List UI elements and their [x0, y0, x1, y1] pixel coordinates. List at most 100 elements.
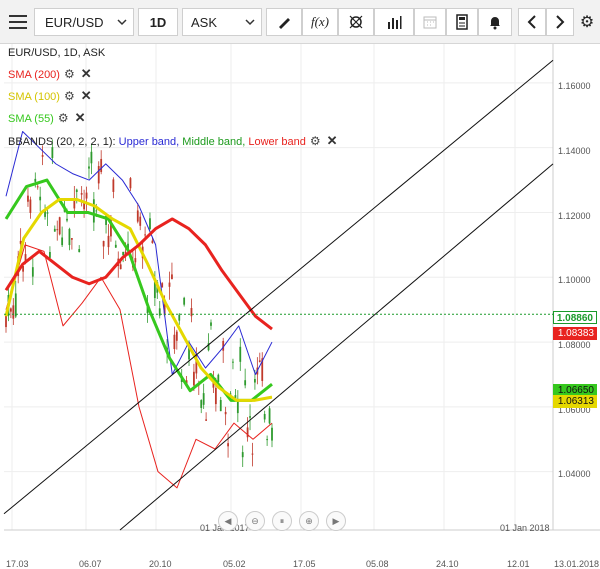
y-tick: 1.10000	[558, 275, 591, 285]
y-tick: 1.04000	[558, 469, 591, 479]
candle-body	[151, 240, 154, 244]
candle-body	[102, 240, 105, 247]
candle-body	[12, 305, 15, 319]
close-icon[interactable]: ✕	[327, 133, 338, 148]
candle-body	[80, 193, 83, 195]
crosshair-button[interactable]	[338, 8, 374, 36]
close-icon[interactable]: ✕	[75, 110, 86, 125]
y-tick: 1.14000	[558, 146, 591, 156]
scroll-left-button[interactable]	[518, 8, 546, 36]
x-tick: 06.07	[79, 559, 102, 569]
candle-body	[210, 322, 212, 326]
scroll-right-button[interactable]	[546, 8, 574, 36]
candle-body	[266, 439, 269, 441]
legend-sma55: SMA (55) ⚙ ✕	[8, 111, 86, 126]
indicators-button[interactable]: f(x)	[302, 8, 338, 36]
candle-body	[232, 361, 234, 363]
candle-body	[205, 419, 208, 421]
candle-body	[95, 210, 98, 212]
candle-body	[56, 229, 59, 231]
price-type-selector[interactable]: ASK	[182, 8, 262, 36]
y-tick: 1.08000	[558, 340, 591, 350]
candle-body	[214, 388, 217, 405]
gear-icon[interactable]: ⚙	[64, 67, 75, 81]
gear-icon[interactable]: ⚙	[310, 134, 321, 148]
candle-body	[107, 235, 110, 248]
candle-body	[129, 178, 132, 189]
bar-chart-icon	[388, 16, 402, 29]
trend-channel-lower	[119, 163, 554, 531]
bbands-label: BBANDS (20, 2, 2, 1):	[8, 136, 116, 148]
sma55-label: SMA (55)	[8, 113, 54, 125]
drawing-tool-button[interactable]	[266, 8, 302, 36]
calendar-button[interactable]	[414, 8, 446, 36]
settings-button[interactable]: ⚙	[576, 8, 598, 36]
zoom-out-button[interactable]: ⊖	[245, 511, 265, 531]
gear-icon[interactable]: ⚙	[64, 89, 75, 103]
calculator-button[interactable]	[446, 8, 478, 36]
close-icon[interactable]: ✕	[81, 66, 92, 81]
symbol-selector[interactable]: EUR/USD	[34, 8, 134, 36]
chevron-down-icon	[117, 19, 127, 26]
menu-button[interactable]	[4, 8, 32, 36]
price-type-label: ASK	[191, 14, 218, 30]
x-tick: 24.10	[436, 559, 459, 569]
candle-body	[200, 400, 203, 408]
candle-body	[49, 251, 51, 258]
sma100-line	[4, 198, 273, 402]
alert-bell-icon	[490, 17, 500, 30]
candle-body	[202, 393, 205, 405]
year-marker-label: 01 Jan 2018	[500, 523, 550, 533]
chart-canvas[interactable]	[0, 44, 600, 556]
candle-body	[271, 427, 273, 441]
y-tick: 1.12000	[558, 211, 591, 221]
chevron-down-icon	[245, 19, 255, 26]
candle-body	[175, 331, 178, 341]
y-tick: 1.16000	[558, 81, 591, 91]
zoom-in-button[interactable]: ⊕	[299, 511, 319, 531]
alert-button[interactable]	[478, 8, 512, 36]
pencil-icon	[279, 18, 290, 29]
candle-body	[53, 228, 56, 232]
gear-icon[interactable]: ⚙	[58, 111, 69, 125]
candle-body	[36, 186, 39, 188]
last-price-tag: 1.08860	[553, 311, 597, 324]
x-tick: 05.02	[223, 559, 246, 569]
zoom-out-icon: ⊖	[251, 515, 259, 526]
candle-body	[149, 218, 151, 229]
play-icon: ▶	[332, 515, 340, 526]
candle-body	[66, 218, 68, 221]
candle-body	[68, 228, 71, 246]
candle-body	[75, 189, 78, 193]
candle-body	[161, 283, 164, 288]
candle-body	[31, 267, 34, 277]
candle-body	[122, 251, 125, 256]
play-back-icon: ◀	[224, 515, 232, 526]
x-tick: 05.08	[366, 559, 389, 569]
chevron-left-icon	[527, 15, 536, 29]
candle-body	[70, 238, 73, 240]
candle-body	[193, 371, 195, 386]
candle-body	[227, 443, 229, 447]
candle-body	[34, 178, 37, 182]
candle-body	[5, 315, 7, 328]
candle-body	[78, 249, 81, 253]
function-icon: f(x)	[310, 14, 330, 29]
chart-type-button[interactable]	[374, 8, 414, 36]
timeframe-selector[interactable]: 1D	[138, 8, 178, 36]
close-icon[interactable]: ✕	[81, 88, 92, 103]
sma200-label: SMA (200)	[8, 69, 60, 81]
scroll-start-button[interactable]: ◀	[218, 511, 238, 531]
crosshair-icon	[349, 15, 363, 29]
candle-body	[239, 346, 242, 362]
candle-body	[263, 413, 266, 420]
legend-sma200: SMA (200) ⚙ ✕	[8, 67, 92, 82]
candle-body	[258, 360, 261, 362]
scroll-end-button[interactable]: ▶	[326, 511, 346, 531]
candle-body	[241, 452, 244, 458]
toolbar: EUR/USD 1D ASK f(x) ⚙	[0, 0, 600, 44]
price-chart[interactable]: EUR/USD, 1D, ASK SMA (200) ⚙ ✕ SMA (100) ⚙ ✕…	[0, 44, 600, 569]
reset-zoom-button[interactable]: ⏸	[272, 511, 292, 531]
candle-body	[119, 264, 122, 270]
candle-body	[100, 158, 103, 173]
